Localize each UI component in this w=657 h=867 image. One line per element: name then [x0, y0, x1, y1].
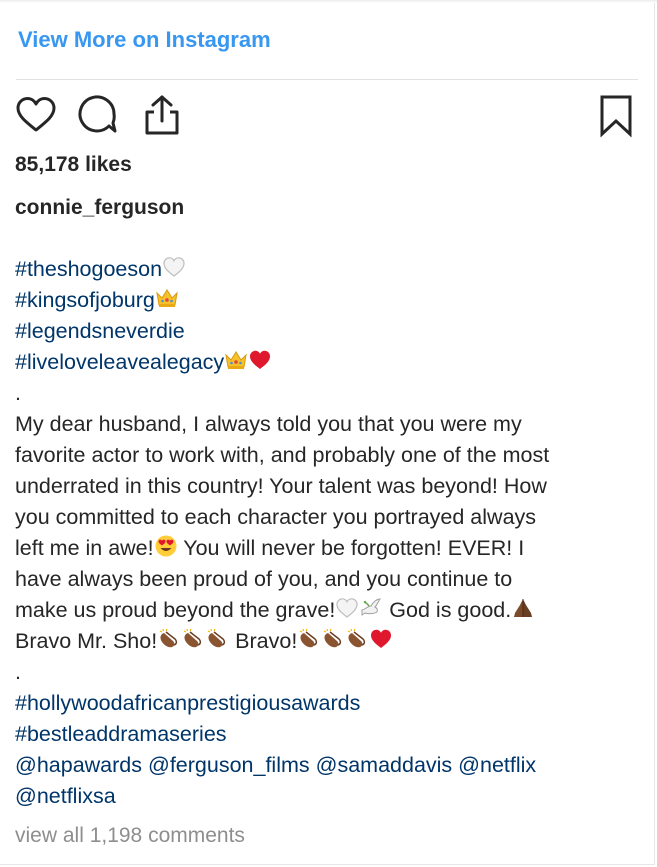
- caption-text: God is good.: [383, 598, 512, 622]
- separator-dot: .: [15, 381, 21, 405]
- caption-text: Bravo!: [229, 629, 298, 653]
- mention-hapawards[interactable]: @hapawards: [15, 753, 142, 777]
- mention-samaddavis[interactable]: @samaddavis: [316, 753, 453, 777]
- white-heart-emoji: [162, 255, 186, 279]
- hashtag-hollywoodafricanprestigiousawards[interactable]: #hollywoodafricanprestigiousawards: [15, 691, 360, 715]
- hashtag-theshogoeson[interactable]: #theshogoeson: [15, 257, 162, 281]
- likes-count[interactable]: 85,178 likes: [15, 153, 132, 177]
- dove-emoji: [359, 596, 383, 620]
- separator-dot: .: [15, 660, 21, 684]
- caption-text: left me in awe!: [15, 536, 154, 560]
- view-all-comments-link[interactable]: view all 1,198 comments: [15, 824, 245, 848]
- speech-bubble-icon[interactable]: [76, 94, 120, 138]
- caption-text-line: favorite actor to work with, and probabl…: [15, 443, 550, 467]
- share-upload-icon[interactable]: [140, 94, 184, 138]
- caption-text-line: My dear husband, I always told you that …: [15, 412, 522, 436]
- mention-ferguson-films[interactable]: @ferguson_films: [148, 753, 310, 777]
- folded-hands-emoji: [511, 596, 535, 620]
- hashtag-bestleaddramaseries[interactable]: #bestleaddramaseries: [15, 722, 227, 746]
- clapping-hands-emoji: [297, 627, 321, 651]
- white-heart-emoji: [335, 596, 359, 620]
- caption-text-line: you committed to each character you port…: [15, 505, 537, 529]
- hashtag-kingsofjoburg[interactable]: #kingsofjoburg: [15, 288, 155, 312]
- caption-text-line: underrated in this country! Your talent …: [15, 474, 547, 498]
- clapping-hands-emoji: [157, 627, 181, 651]
- crown-emoji: [224, 348, 248, 372]
- top-edge-shadow: [0, 0, 657, 3]
- red-heart-emoji: [248, 348, 272, 372]
- action-bar: [14, 94, 638, 138]
- post-caption: #theshogoeson #kingsofjoburg #legendsnev…: [15, 254, 640, 812]
- post-username[interactable]: connie_ferguson: [15, 196, 184, 220]
- heart-outline-icon[interactable]: [14, 94, 58, 138]
- bookmark-icon[interactable]: [594, 94, 638, 138]
- caption-text: Bravo Mr. Sho!: [15, 629, 158, 653]
- header-divider: [16, 79, 638, 80]
- mention-netflix[interactable]: @netflix: [458, 753, 536, 777]
- clapping-hands-emoji: [205, 627, 229, 651]
- mention-netflixsa[interactable]: @netflixsa: [15, 784, 116, 808]
- caption-text: make us proud beyond the grave!: [15, 598, 336, 622]
- view-more-on-instagram-link[interactable]: View More on Instagram: [18, 27, 271, 53]
- caption-text-line: have always been proud of you, and you c…: [15, 567, 513, 591]
- clapping-hands-emoji: [321, 627, 345, 651]
- smiling-face-with-heart-eyes-emoji: [154, 534, 178, 558]
- crown-emoji: [155, 286, 179, 310]
- hashtag-liveloveleavealegacy[interactable]: #liveloveleavealegacy: [15, 350, 224, 374]
- caption-text: You will never be forgotten! EVER! I: [177, 536, 525, 560]
- red-heart-emoji: [369, 627, 393, 651]
- clapping-hands-emoji: [345, 627, 369, 651]
- hashtag-legendsneverdie[interactable]: #legendsneverdie: [15, 319, 185, 343]
- clapping-hands-emoji: [181, 627, 205, 651]
